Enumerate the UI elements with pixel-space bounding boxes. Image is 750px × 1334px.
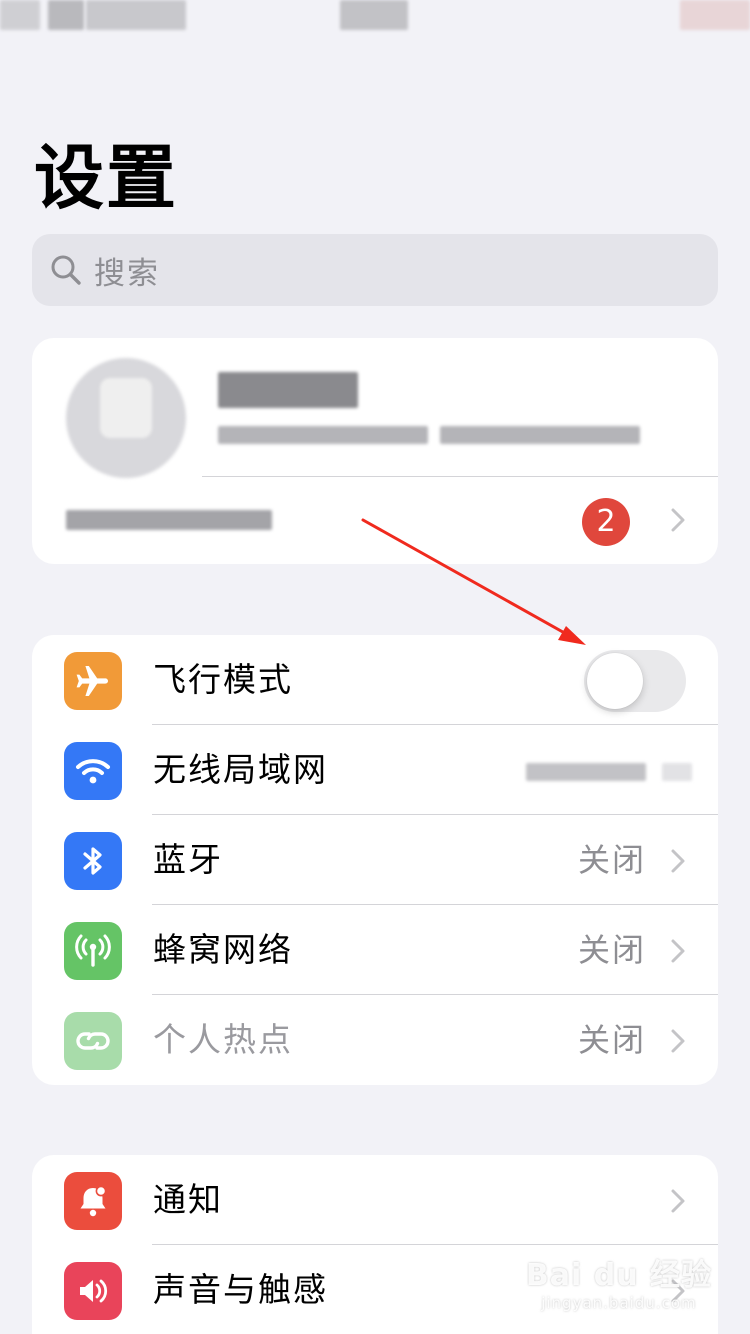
antenna-icon — [64, 922, 122, 980]
search-bar[interactable]: 搜索 — [32, 234, 718, 306]
search-icon — [51, 255, 81, 285]
chevron-right-icon — [671, 1029, 685, 1053]
baidu-watermark: Bai du 经验 jingyan.baidu.com — [526, 1250, 712, 1312]
row-cellular[interactable]: 蜂窝网络 关闭 — [32, 905, 718, 995]
avatar[interactable] — [66, 358, 186, 478]
chevron-right-icon — [671, 1189, 685, 1213]
wifi-icon — [64, 742, 122, 800]
speaker-icon — [64, 1262, 122, 1320]
row-personal-hotspot[interactable]: 个人热点 关闭 — [32, 995, 718, 1085]
row-value: 关闭 — [577, 931, 646, 969]
chevron-right-icon — [671, 939, 685, 963]
settings-screen: 设置 搜索 2 飞行模式 无线局域网 蓝牙 关闭 蜂窝网络 关闭 个人热点 关闭… — [0, 0, 750, 1334]
status-bar — [0, 0, 750, 36]
row-notifications[interactable]: 通知 — [32, 1155, 718, 1245]
row-airplane-mode[interactable]: 飞行模式 — [32, 635, 718, 725]
watermark-sub: jingyan.baidu.com — [541, 1294, 697, 1312]
notification-icon — [64, 1172, 122, 1230]
row-label: 蓝牙 — [153, 840, 223, 879]
connectivity-group: 飞行模式 无线局域网 蓝牙 关闭 蜂窝网络 关闭 个人热点 关闭 — [32, 635, 718, 1085]
chevron-right-icon — [671, 508, 685, 532]
row-label: 声音与触感 — [153, 1270, 328, 1309]
row-value: 关闭 — [577, 1021, 646, 1059]
notification-badge: 2 — [582, 498, 630, 546]
row-label: 通知 — [153, 1180, 223, 1219]
row-label: 无线局域网 — [153, 750, 328, 789]
bluetooth-icon — [64, 832, 122, 890]
page-title: 设置 — [34, 137, 178, 219]
hotspot-icon — [64, 1012, 122, 1070]
row-label: 飞行模式 — [153, 660, 293, 699]
profile-sub-row[interactable]: 2 — [32, 476, 718, 564]
airplane-icon — [64, 652, 122, 710]
search-placeholder: 搜索 — [94, 255, 160, 292]
row-bluetooth[interactable]: 蓝牙 关闭 — [32, 815, 718, 905]
row-label: 蜂窝网络 — [153, 930, 293, 969]
chevron-right-icon — [671, 849, 685, 873]
toggle-knob — [587, 653, 643, 709]
row-wifi[interactable]: 无线局域网 — [32, 725, 718, 815]
apple-id-card[interactable]: 2 — [32, 338, 718, 564]
row-value: 关闭 — [577, 841, 646, 879]
watermark-main: Bai du 经验 — [525, 1258, 712, 1293]
row-label: 个人热点 — [153, 1020, 293, 1059]
airplane-mode-toggle[interactable] — [584, 650, 686, 712]
